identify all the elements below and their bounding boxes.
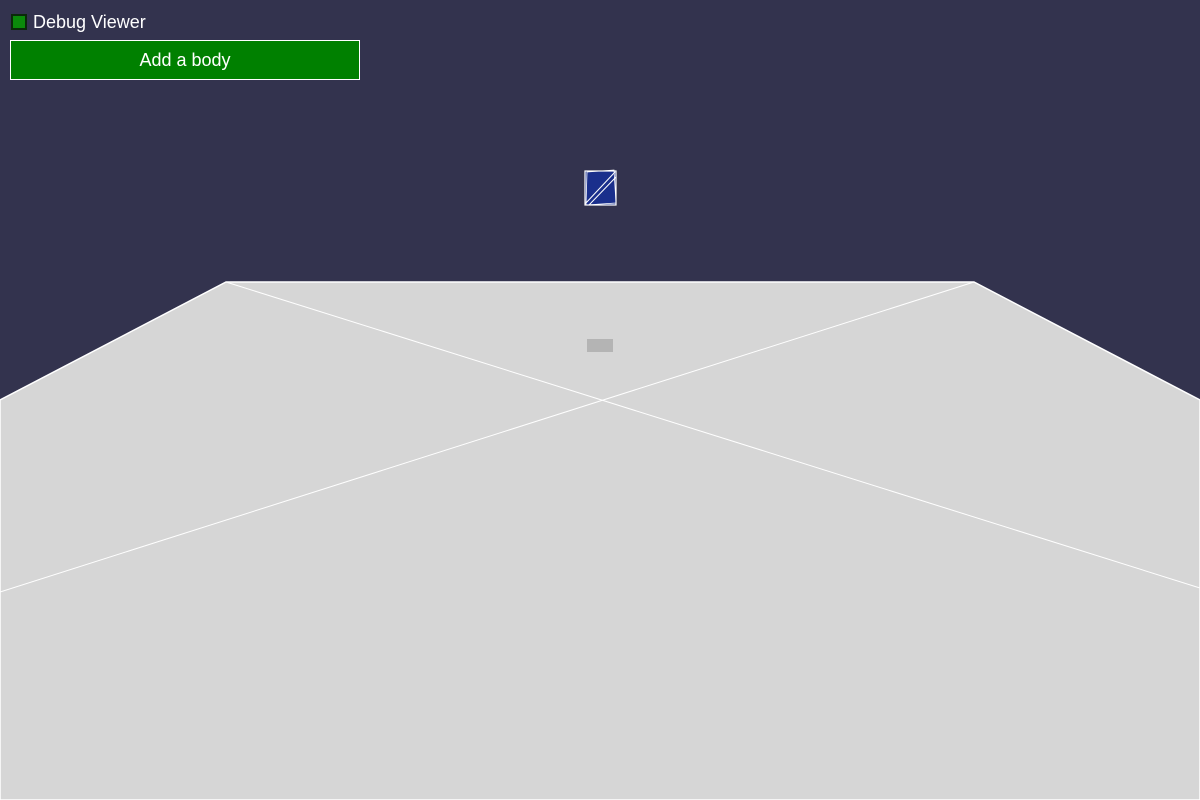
debug-viewer-toggle[interactable]: Debug Viewer [10, 10, 360, 34]
add-body-button[interactable]: Add a body [10, 40, 360, 80]
falling-cube [584, 169, 617, 206]
cube-shadow [587, 339, 613, 352]
ground-plane [0, 281, 1200, 800]
control-panel: Debug Viewer Add a body [10, 10, 360, 80]
debug-viewer-checkbox[interactable] [11, 14, 27, 30]
physics-scene-viewport[interactable] [0, 0, 1200, 800]
debug-viewer-label: Debug Viewer [33, 12, 146, 32]
